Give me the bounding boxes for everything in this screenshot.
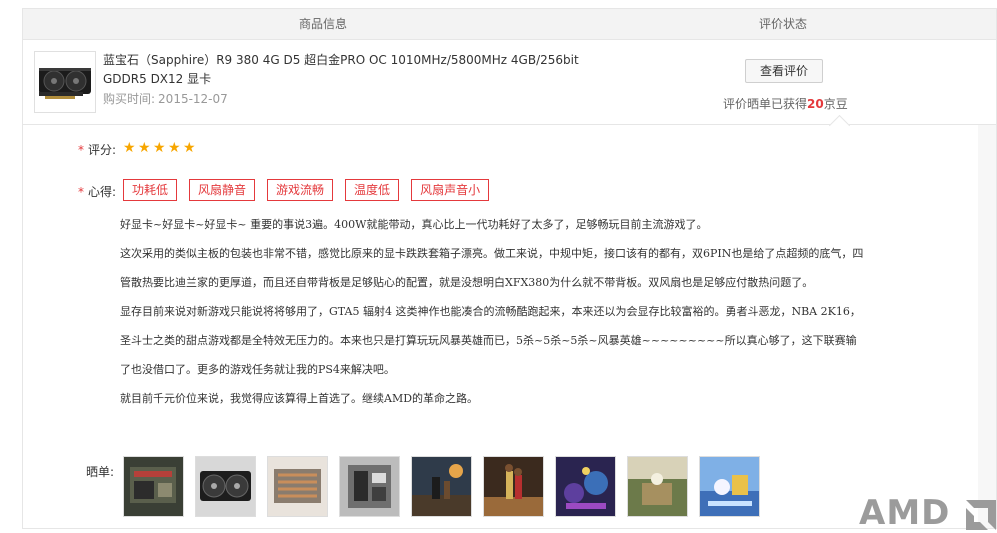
amd-arrow-icon (966, 500, 996, 530)
review-photo[interactable] (411, 456, 472, 517)
beans-prefix: 评价晒单已获得 (723, 97, 808, 111)
photos-label: 晒单: (86, 465, 115, 479)
review-tag: 游戏流畅 (267, 179, 334, 201)
review-photo[interactable] (555, 456, 616, 517)
review-paragraph: 好显卡~好显卡~好显卡~ 重要的事说3遍。400W就能带动，真心比上一代功耗好了… (120, 218, 708, 231)
amd-watermark: AMD (859, 493, 951, 533)
rating-label: * 评分: (78, 143, 117, 157)
review-photos (123, 456, 760, 517)
star-icon: ★ (123, 140, 136, 156)
star-icon: ★ (168, 140, 181, 156)
product-title[interactable]: 蓝宝石（Sapphire）R9 380 4G D5 超白金PRO OC 1010… (103, 51, 623, 89)
view-review-button[interactable]: 查看评价 (745, 59, 823, 83)
review-photo[interactable] (339, 456, 400, 517)
header-review-status: 评价状态 (758, 17, 807, 31)
star-icon: ★ (183, 140, 196, 156)
review-tag: 风扇声音小 (411, 179, 490, 201)
review-content: 好显卡~好显卡~好显卡~ 重要的事说3遍。400W就能带动，真心比上一代功耗好了… (120, 210, 865, 413)
review-photo[interactable] (195, 456, 256, 517)
review-tag: 功耗低 (123, 179, 178, 201)
table-header: 商品信息 评价状态 (22, 8, 997, 40)
star-icon: ★ (138, 140, 151, 156)
review-paragraph: 显存目前来说对新游戏只能说将将够用了，GTA5 辐射4 这类神作也能凑合的流畅酷… (120, 305, 861, 376)
order-review-panel: 商品信息 评价状态 蓝宝石（Sapphire）R9 380 4G D5 超白金P… (22, 8, 997, 533)
beans-earned: 评价晒单已获得20京豆 (723, 95, 848, 112)
header-product-info: 商品信息 (298, 17, 347, 31)
review-tag: 风扇静音 (189, 179, 256, 201)
review-paragraph: 这次采用的类似主板的包装也非常不错，感觉比原来的显卡跌跌套箱子漂亮。做工来说，中… (120, 247, 864, 289)
review-photo[interactable] (123, 456, 184, 517)
review-photo[interactable] (483, 456, 544, 517)
review-photo[interactable] (627, 456, 688, 517)
graphics-card-image (35, 52, 95, 112)
beans-suffix: 京豆 (823, 97, 848, 111)
review-paragraph: 就目前千元价位来说，我觉得应该算得上首选了。继续AMD的革命之路。 (120, 392, 479, 405)
feeling-label: * 心得: (78, 185, 117, 199)
purchase-date: 2015-12-07 (158, 92, 228, 106)
star-rating: ★ ★ ★ ★ ★ (123, 141, 197, 155)
star-icon: ★ (153, 140, 166, 156)
product-row: 蓝宝石（Sapphire）R9 380 4G D5 超白金PRO OC 1010… (22, 40, 997, 126)
review-photo[interactable] (699, 456, 760, 517)
review-tag: 温度低 (345, 179, 400, 201)
product-thumbnail[interactable] (34, 51, 96, 113)
purchase-time-label: 购买时间: (103, 92, 156, 106)
beans-count: 20 (807, 97, 824, 111)
review-photo[interactable] (267, 456, 328, 517)
review-tags: 功耗低 风扇静音 游戏流畅 温度低 风扇声音小 (123, 179, 490, 201)
purchase-time: 购买时间: 2015-12-07 (103, 90, 228, 107)
